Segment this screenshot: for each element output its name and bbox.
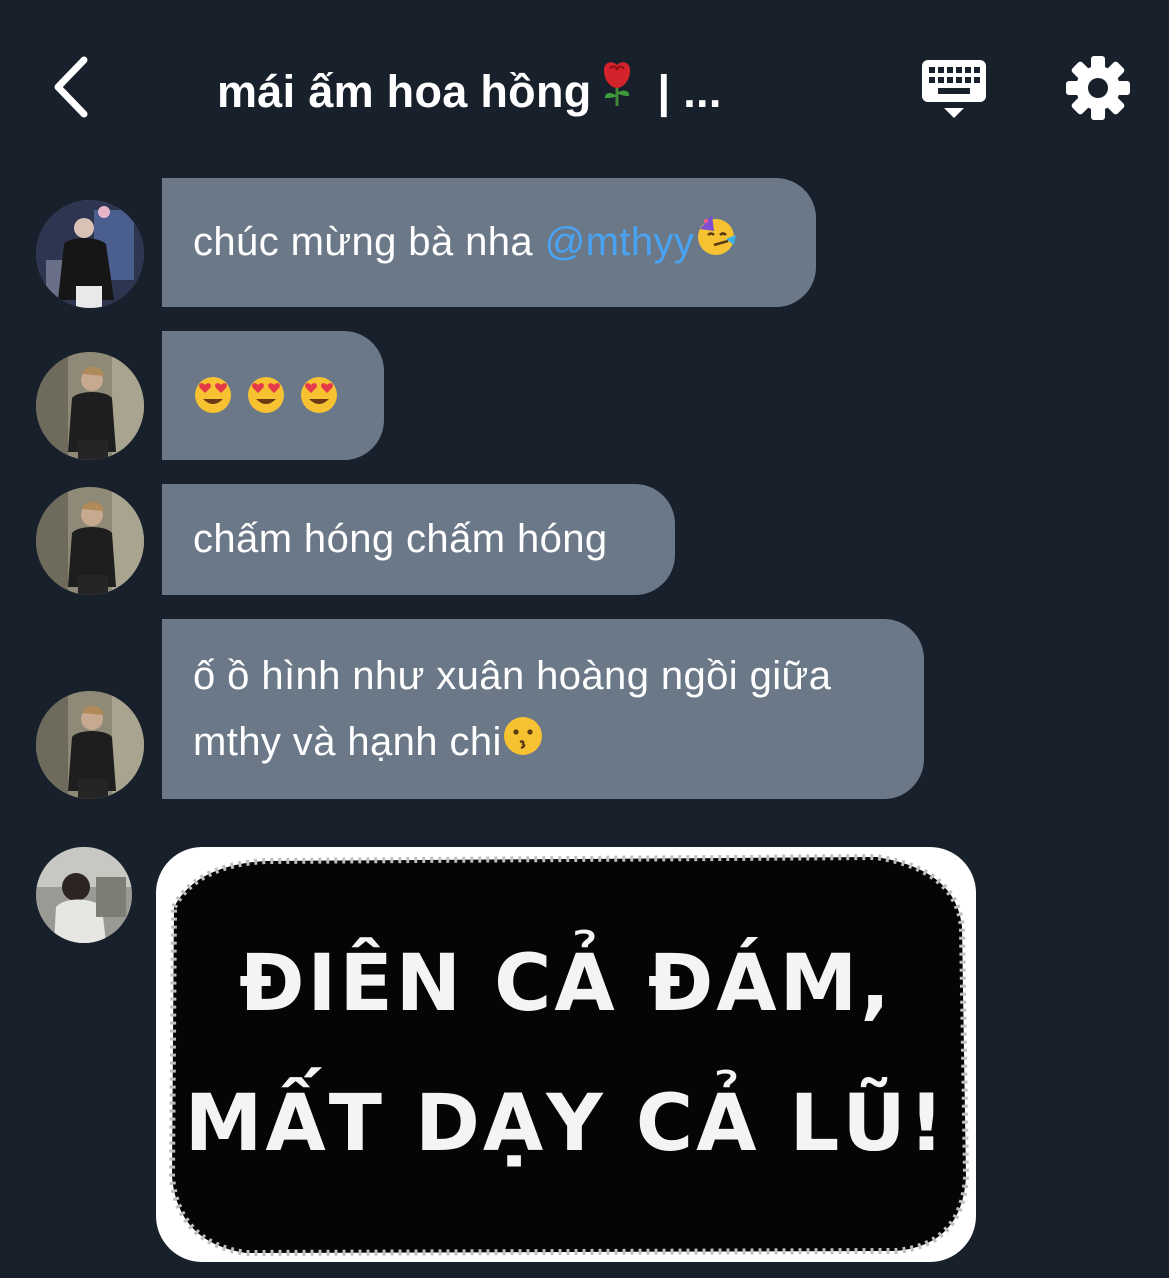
avatar[interactable]: [36, 352, 144, 460]
message-text-line: mthy và hạnh chi: [193, 720, 502, 764]
heart-eyes-emoji: [193, 375, 233, 425]
image-message[interactable]: ĐIÊN CẢ ĐÁM, MẤT DẠY CẢ LŨ!: [156, 847, 976, 1262]
message-bubble[interactable]: ố ồ hình như xuân hoàng ngồi giữa mthy v…: [162, 619, 924, 799]
image-caption-line: ĐIÊN CẢ ĐÁM,: [239, 939, 893, 1029]
avatar[interactable]: [36, 487, 144, 595]
partying-face-emoji: [694, 180, 738, 309]
rose-icon: [596, 62, 638, 122]
avatar[interactable]: [36, 847, 132, 943]
mention-link[interactable]: @mthyy: [545, 220, 695, 264]
chevron-left-icon: [54, 56, 88, 118]
back-button[interactable]: [40, 52, 100, 122]
image-caption-line: MẤT DẠY CẢ LŨ!: [184, 1079, 948, 1169]
message-text: chấm hóng chấm hóng: [193, 517, 608, 561]
settings-button[interactable]: [1062, 52, 1134, 124]
gear-icon: [1066, 56, 1130, 120]
keyboard-icon: [922, 60, 986, 118]
message-text: chúc mừng bà nha: [193, 220, 545, 264]
message-bubble[interactable]: chấm hóng chấm hóng: [162, 484, 675, 595]
chat-title-suffix: | ...: [657, 66, 722, 117]
avatar[interactable]: [36, 691, 144, 799]
chat-screen: mái ấm hoa hồng | ... chúc mừng bà nha @…: [0, 0, 1169, 1278]
torn-edge-frame: [156, 847, 976, 1262]
heart-eyes-emoji: [246, 375, 286, 425]
chat-title-text: mái ấm hoa hồng: [217, 66, 592, 117]
kissing-face-emoji: [502, 711, 544, 777]
chat-title[interactable]: mái ấm hoa hồng | ...: [217, 62, 837, 122]
keyboard-button[interactable]: [918, 56, 990, 126]
message-bubble[interactable]: [162, 331, 384, 460]
message-bubble[interactable]: chúc mừng bà nha @mthyy: [162, 178, 816, 307]
heart-eyes-emoji: [299, 375, 339, 425]
avatar[interactable]: [36, 200, 144, 308]
message-text-line: ố ồ hình như xuân hoàng ngồi giữa: [193, 654, 832, 698]
